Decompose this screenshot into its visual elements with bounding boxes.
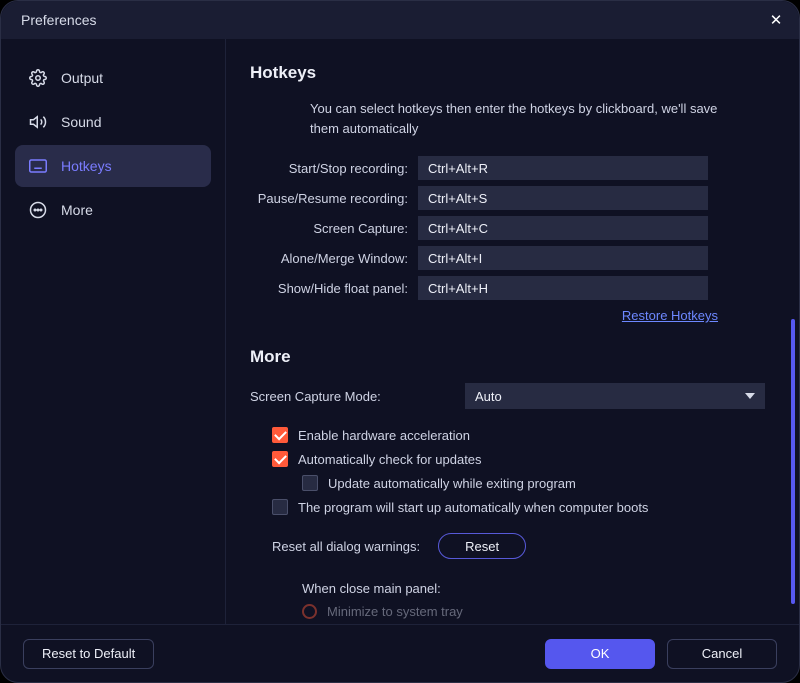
close-icon: ✕ [770, 11, 783, 29]
hotkey-label: Screen Capture: [250, 221, 418, 236]
hotkey-input-start-stop[interactable] [418, 156, 708, 180]
keyboard-icon [29, 157, 47, 175]
hotkey-label: Start/Stop recording: [250, 161, 418, 176]
main-panel: Hotkeys You can select hotkeys then ente… [226, 39, 799, 624]
scrollbar[interactable] [791, 319, 795, 604]
capture-mode-row: Screen Capture Mode: Auto [250, 383, 765, 409]
hotkey-label: Show/Hide float panel: [250, 281, 418, 296]
cancel-button[interactable]: Cancel [667, 639, 777, 669]
chevron-down-icon [745, 393, 755, 399]
capture-mode-select[interactable]: Auto [465, 383, 765, 409]
capture-mode-label: Screen Capture Mode: [250, 389, 465, 404]
sidebar-item-output[interactable]: Output [15, 57, 211, 99]
main-scroll[interactable]: Hotkeys You can select hotkeys then ente… [226, 39, 789, 624]
hotkey-row-screen-capture: Screen Capture: [250, 216, 765, 240]
hotkey-input-alone-merge[interactable] [418, 246, 708, 270]
speaker-icon [29, 113, 47, 131]
hotkeys-intro: You can select hotkeys then enter the ho… [310, 99, 730, 138]
checkbox-hw-accel[interactable] [272, 427, 288, 443]
hotkey-row-pause-resume: Pause/Resume recording: [250, 186, 765, 210]
reset-warnings-label: Reset all dialog warnings: [272, 539, 420, 554]
reset-warnings-row: Reset all dialog warnings: Reset [272, 533, 765, 559]
hotkey-row-alone-merge: Alone/Merge Window: [250, 246, 765, 270]
preferences-window: Preferences ✕ Output Sound [0, 0, 800, 683]
option-label: Automatically check for updates [298, 452, 482, 467]
hotkey-row-float-panel: Show/Hide float panel: [250, 276, 765, 300]
option-hw-accel: Enable hardware acceleration [272, 427, 765, 443]
hotkey-label: Alone/Merge Window: [250, 251, 418, 266]
option-label: Update automatically while exiting progr… [328, 476, 576, 491]
sidebar-item-label: Output [61, 70, 103, 86]
hotkey-input-pause-resume[interactable] [418, 186, 708, 210]
close-panel-option-row: Minimize to system tray [302, 604, 765, 619]
reset-warnings-button[interactable]: Reset [438, 533, 526, 559]
hotkey-input-screen-capture[interactable] [418, 216, 708, 240]
sidebar-item-label: Sound [61, 114, 101, 130]
titlebar: Preferences ✕ [1, 1, 799, 39]
hotkeys-heading: Hotkeys [250, 63, 765, 83]
radio-minimize-tray[interactable] [302, 604, 317, 619]
sidebar-item-sound[interactable]: Sound [15, 101, 211, 143]
checkbox-auto-update[interactable] [272, 451, 288, 467]
hotkey-input-float-panel[interactable] [418, 276, 708, 300]
hotkey-row-start-stop: Start/Stop recording: [250, 156, 765, 180]
close-button[interactable]: ✕ [765, 9, 787, 31]
footer: Reset to Default OK Cancel [1, 624, 799, 682]
window-title: Preferences [21, 12, 96, 28]
checkbox-update-on-exit[interactable] [302, 475, 318, 491]
option-auto-update: Automatically check for updates [272, 451, 765, 467]
option-label: The program will start up automatically … [298, 500, 648, 515]
hotkey-label: Pause/Resume recording: [250, 191, 418, 206]
body: Output Sound Hotkeys More [1, 39, 799, 624]
checkbox-autostart[interactable] [272, 499, 288, 515]
sidebar: Output Sound Hotkeys More [1, 39, 226, 624]
sidebar-item-hotkeys[interactable]: Hotkeys [15, 145, 211, 187]
ok-button[interactable]: OK [545, 639, 655, 669]
sidebar-item-more[interactable]: More [15, 189, 211, 231]
close-panel-label: When close main panel: [302, 581, 765, 596]
option-autostart: The program will start up automatically … [272, 499, 765, 515]
option-update-on-exit: Update automatically while exiting progr… [302, 475, 765, 491]
capture-mode-value: Auto [475, 389, 502, 404]
more-heading: More [250, 347, 765, 367]
option-label: Enable hardware acceleration [298, 428, 470, 443]
restore-hotkeys-link[interactable]: Restore Hotkeys [622, 308, 718, 323]
radio-label: Minimize to system tray [327, 604, 463, 619]
more-icon [29, 201, 47, 219]
gear-icon [29, 69, 47, 87]
reset-default-button[interactable]: Reset to Default [23, 639, 154, 669]
sidebar-item-label: More [61, 202, 93, 218]
sidebar-item-label: Hotkeys [61, 158, 112, 174]
